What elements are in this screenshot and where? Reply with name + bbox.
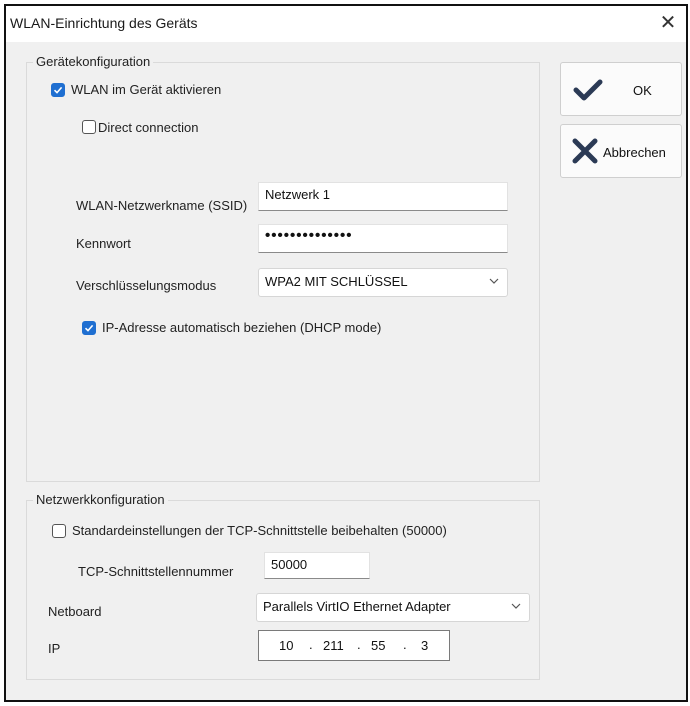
chevron-down-icon xyxy=(489,278,499,284)
ip-octet-1[interactable]: 10 xyxy=(279,638,293,653)
enable-wlan-label: WLAN im Gerät aktivieren xyxy=(71,82,222,97)
encryption-select[interactable]: WPA2 MIT SCHLÜSSEL xyxy=(258,268,508,297)
ssid-label: WLAN-Netzwerkname (SSID) xyxy=(76,198,248,213)
chevron-down-icon xyxy=(511,603,521,609)
ip-dot: . xyxy=(309,637,313,652)
ok-button[interactable]: OK xyxy=(560,62,682,116)
enable-wlan-checkbox[interactable] xyxy=(51,83,65,97)
cancel-label: Abbrechen xyxy=(603,145,666,160)
ip-address-input[interactable]: 10 . 211 . 55 . 3 xyxy=(258,630,450,661)
netboard-select[interactable]: Parallels VirtIO Ethernet Adapter xyxy=(256,593,530,622)
dialog-window: WLAN-Einrichtung des Geräts ✕ Gerätekonf… xyxy=(4,4,688,702)
direct-connection-label: Direct connection xyxy=(98,120,199,135)
encryption-label: Verschlüsselungsmodus xyxy=(76,278,217,293)
ip-octet-4[interactable]: 3 xyxy=(421,638,428,653)
ok-label: OK xyxy=(633,83,652,98)
encryption-value: WPA2 MIT SCHLÜSSEL xyxy=(265,274,408,289)
ssid-input[interactable]: Netzwerk 1 xyxy=(258,182,508,211)
ip-octet-3[interactable]: 55 xyxy=(371,638,385,653)
direct-connection-checkbox[interactable] xyxy=(82,120,96,134)
checkmark-icon xyxy=(573,79,603,101)
checkmark-icon xyxy=(53,86,63,94)
device-config-title: Gerätekonfiguration xyxy=(33,54,154,69)
close-icon xyxy=(572,138,598,164)
password-input[interactable]: •••••••••••••• xyxy=(258,224,508,253)
ip-label: IP xyxy=(48,641,61,656)
dhcp-checkbox[interactable] xyxy=(82,321,96,335)
title-bar: WLAN-Einrichtung des Geräts ✕ xyxy=(6,6,686,42)
keep-defaults-checkbox[interactable] xyxy=(52,524,66,538)
window-title: WLAN-Einrichtung des Geräts xyxy=(10,15,198,31)
ip-dot: . xyxy=(403,637,407,652)
password-label: Kennwort xyxy=(76,236,131,251)
netboard-value: Parallels VirtIO Ethernet Adapter xyxy=(263,599,451,614)
cancel-button[interactable]: Abbrechen xyxy=(560,124,682,178)
ip-octet-2[interactable]: 211 xyxy=(323,638,344,653)
tcp-port-input[interactable]: 50000 xyxy=(264,552,370,579)
checkmark-icon xyxy=(84,324,94,332)
netboard-label: Netboard xyxy=(48,604,102,619)
network-config-title: Netzwerkkonfiguration xyxy=(33,492,168,507)
ip-dot: . xyxy=(357,637,361,652)
keep-defaults-label: Standardeinstellungen der TCP-Schnittste… xyxy=(72,523,447,538)
close-icon[interactable]: ✕ xyxy=(656,11,680,35)
dhcp-label: IP-Adresse automatisch beziehen (DHCP mo… xyxy=(102,320,382,335)
tcp-port-label: TCP-Schnittstellennummer xyxy=(78,564,234,579)
